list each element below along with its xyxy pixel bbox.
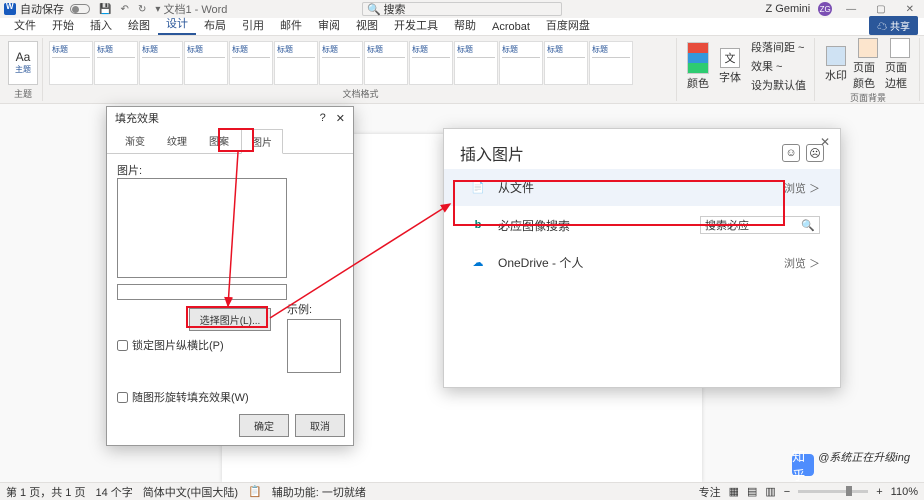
ok-button[interactable]: 确定 [239, 414, 289, 437]
fill-tab-图案[interactable]: 图案 [199, 129, 239, 153]
format-style[interactable]: 标题 [274, 41, 318, 85]
tab-设计[interactable]: 设计 [158, 13, 196, 35]
format-style[interactable]: 标题 [589, 41, 633, 85]
tab-开发工具[interactable]: 开发工具 [386, 15, 446, 35]
tab-审阅[interactable]: 审阅 [310, 15, 348, 35]
view-web-icon[interactable]: ▥ [765, 485, 775, 498]
from-file-option[interactable]: 📄 从文件 浏览 ＞ [444, 169, 840, 206]
format-style[interactable]: 标题 [499, 41, 543, 85]
undo-icon[interactable]: ↶ [121, 4, 129, 15]
file-icon: 📄 [470, 180, 486, 196]
bing-icon: b [470, 217, 486, 233]
themes-button[interactable]: Aa 主题 [8, 41, 38, 85]
format-style[interactable]: 标题 [184, 41, 228, 85]
bing-search-option[interactable]: b 必应图像搜索 搜索必应🔍 [444, 206, 840, 244]
format-style[interactable]: 标题 [49, 41, 93, 85]
tab-文件[interactable]: 文件 [6, 15, 44, 35]
fonts-button[interactable]: 文字体 [715, 48, 745, 85]
close-icon[interactable]: ✕ [820, 135, 830, 149]
zoom-slider[interactable] [798, 490, 868, 493]
close-icon[interactable]: ✕ [336, 112, 345, 125]
tab-开始[interactable]: 开始 [44, 15, 82, 35]
insert-picture-dialog: ✕ 插入图片 ☺ ☹ 📄 从文件 浏览 ＞ b 必应图像搜索 搜索必应🔍 ☁ O… [443, 128, 841, 388]
help-icon[interactable]: ? [320, 112, 326, 125]
view-print-icon[interactable]: ▦ [729, 485, 739, 498]
user-name[interactable]: Z Gemini [766, 3, 811, 15]
search-icon: 🔍 [367, 3, 381, 16]
picture-preview [117, 178, 287, 278]
format-style[interactable]: 标题 [364, 41, 408, 85]
format-style[interactable]: 标题 [454, 41, 498, 85]
maximize-button[interactable]: ▢ [870, 4, 891, 15]
page-color-button[interactable]: 页面颜色 [853, 38, 883, 91]
browse-link[interactable]: 浏览 ＞ [784, 180, 820, 196]
accessibility-status[interactable]: 辅助功能: 一切就绪 [272, 484, 366, 500]
sample-label: 示例: [287, 301, 341, 317]
format-style[interactable]: 标题 [409, 41, 453, 85]
view-read-icon[interactable]: ▤ [747, 485, 757, 498]
share-button[interactable]: ☁ 共享 [869, 16, 918, 35]
onedrive-icon: ☁ [470, 255, 486, 271]
bing-search-input[interactable]: 搜索必应🔍 [700, 216, 820, 234]
zoom-out[interactable]: − [784, 486, 790, 498]
format-gallery[interactable]: 标题标题标题标题标题标题标题标题标题标题标题标题标题 [49, 41, 633, 85]
zoom-in[interactable]: + [876, 486, 882, 498]
rotate-fill-checkbox[interactable]: 随图形旋转填充效果(W) [117, 389, 249, 405]
tab-邮件[interactable]: 邮件 [272, 15, 310, 35]
redo-icon[interactable]: ↻ [138, 4, 146, 15]
smile-icon[interactable]: ☺ [782, 144, 800, 162]
dialog-title: 填充效果 [115, 110, 159, 126]
cancel-button[interactable]: 取消 [295, 414, 345, 437]
browse-link[interactable]: 浏览 ＞ [784, 255, 820, 271]
autosave-toggle[interactable] [70, 4, 90, 14]
avatar[interactable]: ZG [818, 2, 832, 16]
close-button[interactable]: ✕ [900, 4, 920, 15]
dialog-title: 插入图片 [460, 141, 524, 165]
tab-绘图[interactable]: 绘图 [120, 15, 158, 35]
sample-preview [287, 319, 341, 373]
tab-视图[interactable]: 视图 [348, 15, 386, 35]
watermark-button[interactable]: 水印 [821, 46, 851, 83]
ribbon-option[interactable]: 段落间距 ~ [747, 38, 810, 56]
format-style[interactable]: 标题 [319, 41, 363, 85]
search-box[interactable]: 🔍 搜索 [362, 2, 562, 16]
tab-Acrobat[interactable]: Acrobat [484, 19, 538, 35]
tab-插入[interactable]: 插入 [82, 15, 120, 35]
format-style[interactable]: 标题 [229, 41, 273, 85]
tab-百度网盘[interactable]: 百度网盘 [538, 15, 598, 35]
tab-引用[interactable]: 引用 [234, 15, 272, 35]
picture-label: 图片: [117, 162, 343, 178]
save-icon[interactable]: 💾 [99, 4, 111, 15]
quick-access-toolbar: 💾 ↶ ↻ ▾ [96, 3, 163, 15]
zoom-level[interactable]: 110% [891, 486, 918, 498]
colors-button[interactable]: 颜色 [683, 42, 713, 91]
select-picture-button[interactable]: 选择图片(L)... [189, 308, 272, 331]
fill-tab-渐变[interactable]: 渐变 [115, 129, 155, 153]
onedrive-option[interactable]: ☁ OneDrive - 个人 浏览 ＞ [444, 244, 840, 281]
ribbon-option[interactable]: 效果 ~ [747, 57, 810, 75]
ribbon-option[interactable]: 设为默认值 [747, 76, 810, 94]
word-count[interactable]: 14 个字 [95, 484, 132, 500]
fill-tabs: 渐变纹理图案图片 [107, 129, 353, 154]
minimize-button[interactable]: — [840, 4, 862, 15]
format-style[interactable]: 标题 [544, 41, 588, 85]
picture-path[interactable] [117, 284, 287, 300]
fill-effects-dialog: 填充效果 ?✕ 渐变纹理图案图片 图片: 选择图片(L)... 锁定图片纵横比(… [106, 106, 354, 446]
tab-帮助[interactable]: 帮助 [446, 15, 484, 35]
fill-tab-纹理[interactable]: 纹理 [157, 129, 197, 153]
format-style[interactable]: 标题 [94, 41, 138, 85]
ribbon-tabs: 文件开始插入绘图设计布局引用邮件审阅视图开发工具帮助Acrobat百度网盘☁ 共… [0, 18, 924, 36]
page-status[interactable]: 第 1 页，共 1 页 [6, 484, 85, 500]
tab-布局[interactable]: 布局 [196, 15, 234, 35]
fill-tab-图片[interactable]: 图片 [241, 129, 283, 154]
page-borders-button[interactable]: 页面边框 [885, 38, 915, 91]
ribbon: Aa 主题 主题 标题标题标题标题标题标题标题标题标题标题标题标题标题 文档格式… [0, 36, 924, 104]
word-icon [4, 3, 16, 15]
language-status[interactable]: 简体中文(中国大陆) [143, 484, 238, 500]
format-style[interactable]: 标题 [139, 41, 183, 85]
focus-mode[interactable]: 专注 [699, 484, 721, 500]
status-bar: 第 1 页，共 1 页 14 个字 简体中文(中国大陆) 📋 辅助功能: 一切就… [0, 482, 924, 500]
